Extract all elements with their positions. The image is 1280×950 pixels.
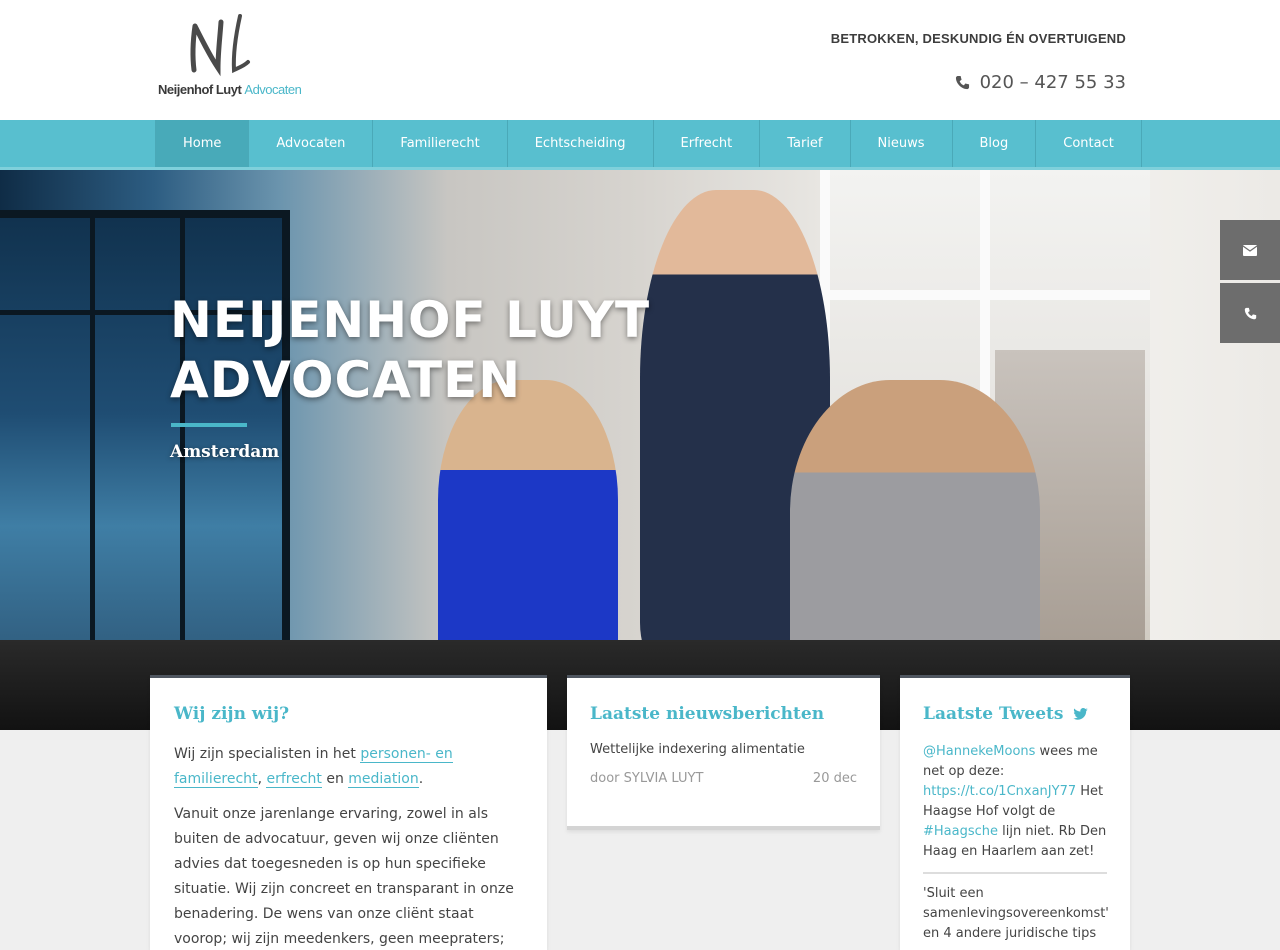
link-mediation[interactable]: mediation xyxy=(348,771,419,788)
about-sep2: en xyxy=(321,771,349,787)
side-phone-button[interactable] xyxy=(1220,283,1280,343)
logo-name: Neijenhof Luyt xyxy=(158,82,242,97)
tweet-1-handle[interactable]: @HannekeMoons xyxy=(923,744,1035,759)
tweets-header: Laatste Tweets xyxy=(923,704,1107,724)
nav-item-erfrecht[interactable]: Erfrecht xyxy=(652,120,760,167)
nav-item-advocaten[interactable]: Advocaten xyxy=(248,120,372,167)
news-title: Laatste nieuwsberichten xyxy=(590,704,825,724)
envelope-icon xyxy=(1243,244,1257,256)
about-end: . xyxy=(418,771,424,787)
tweet-1-hashtag[interactable]: #Haagsche xyxy=(923,824,998,839)
about-card: Wij zijn wij? Wij zijn specialisten in h… xyxy=(150,675,547,950)
tweet-1: @HannekeMoons wees me net op deze: https… xyxy=(923,742,1107,862)
nav-item-familierecht[interactable]: Familierecht xyxy=(372,120,506,167)
logo-suffix: Advocaten xyxy=(244,82,302,97)
hero-title-line2: ADVOCATEN xyxy=(170,351,522,409)
tweet-2: 'Sluit een samenlevingsovereenkomst' en … xyxy=(923,886,1109,941)
nav-item-echtscheiding[interactable]: Echtscheiding xyxy=(506,120,653,167)
hero-subtitle: Amsterdam xyxy=(170,442,280,462)
news-item-title[interactable]: Wettelijke indexering alimentatie xyxy=(590,742,857,757)
person-left xyxy=(438,380,618,680)
about-body: Vanuit onze jarenlange ervaring, zowel i… xyxy=(174,806,514,947)
hero-divider xyxy=(171,423,247,427)
nav-item-tarief[interactable]: Tarief xyxy=(759,120,849,167)
hero-banner: NEIJENHOF LUYT ADVOCATEN Amsterdam xyxy=(0,170,1280,730)
news-item-date: 20 dec xyxy=(812,771,857,786)
tweets-card: Laatste Tweets @HannekeMoons wees me net… xyxy=(900,675,1130,950)
phone-icon xyxy=(1244,307,1256,319)
header-phone[interactable]: 020 – 427 55 33 xyxy=(955,72,1126,93)
phone-number: 020 – 427 55 33 xyxy=(979,72,1126,93)
tweet-1-link[interactable]: https://t.co/1CnxanJY77 xyxy=(923,784,1076,799)
site-header: Neijenhof Luyt Advocaten BETROKKEN, DESK… xyxy=(0,0,1280,120)
news-item-meta: door SYLVIA LUYT 20 dec xyxy=(590,771,857,786)
tagline: BETROKKEN, DESKUNDIG ÉN OVERTUIGEND xyxy=(830,31,1126,46)
twitter-icon[interactable] xyxy=(1073,708,1089,720)
logo-mark-icon xyxy=(190,14,250,77)
link-erfrecht[interactable]: erfrecht xyxy=(266,771,322,788)
tweet-divider xyxy=(923,872,1107,874)
nav-item-blog[interactable]: Blog xyxy=(951,120,1036,167)
news-item-author: door SYLVIA LUYT xyxy=(590,771,704,786)
main-nav: Home Advocaten Familierecht Echtscheidin… xyxy=(0,120,1280,170)
logo-text: Neijenhof Luyt Advocaten xyxy=(158,82,302,97)
hero-title-line1: NEIJENHOF LUYT xyxy=(170,291,651,349)
about-intro-text: Wij zijn specialisten in het xyxy=(174,746,361,762)
phone-icon xyxy=(955,75,969,90)
about-intro: Wij zijn specialisten in het personen- e… xyxy=(174,742,523,792)
hero-title: NEIJENHOF LUYT ADVOCATEN xyxy=(170,290,650,410)
nav-item-home[interactable]: Home xyxy=(155,120,249,167)
nav-item-contact[interactable]: Contact xyxy=(1035,120,1142,167)
side-email-button[interactable] xyxy=(1220,220,1280,280)
about-title: Wij zijn wij? xyxy=(174,704,290,724)
nav-item-nieuws[interactable]: Nieuws xyxy=(849,120,952,167)
nav-list: Home Advocaten Familierecht Echtscheidin… xyxy=(155,120,1142,167)
site-logo[interactable]: Neijenhof Luyt Advocaten xyxy=(158,12,302,100)
news-card: Laatste nieuwsberichten Wettelijke index… xyxy=(567,675,880,830)
tweets-title: Laatste Tweets xyxy=(923,704,1064,724)
